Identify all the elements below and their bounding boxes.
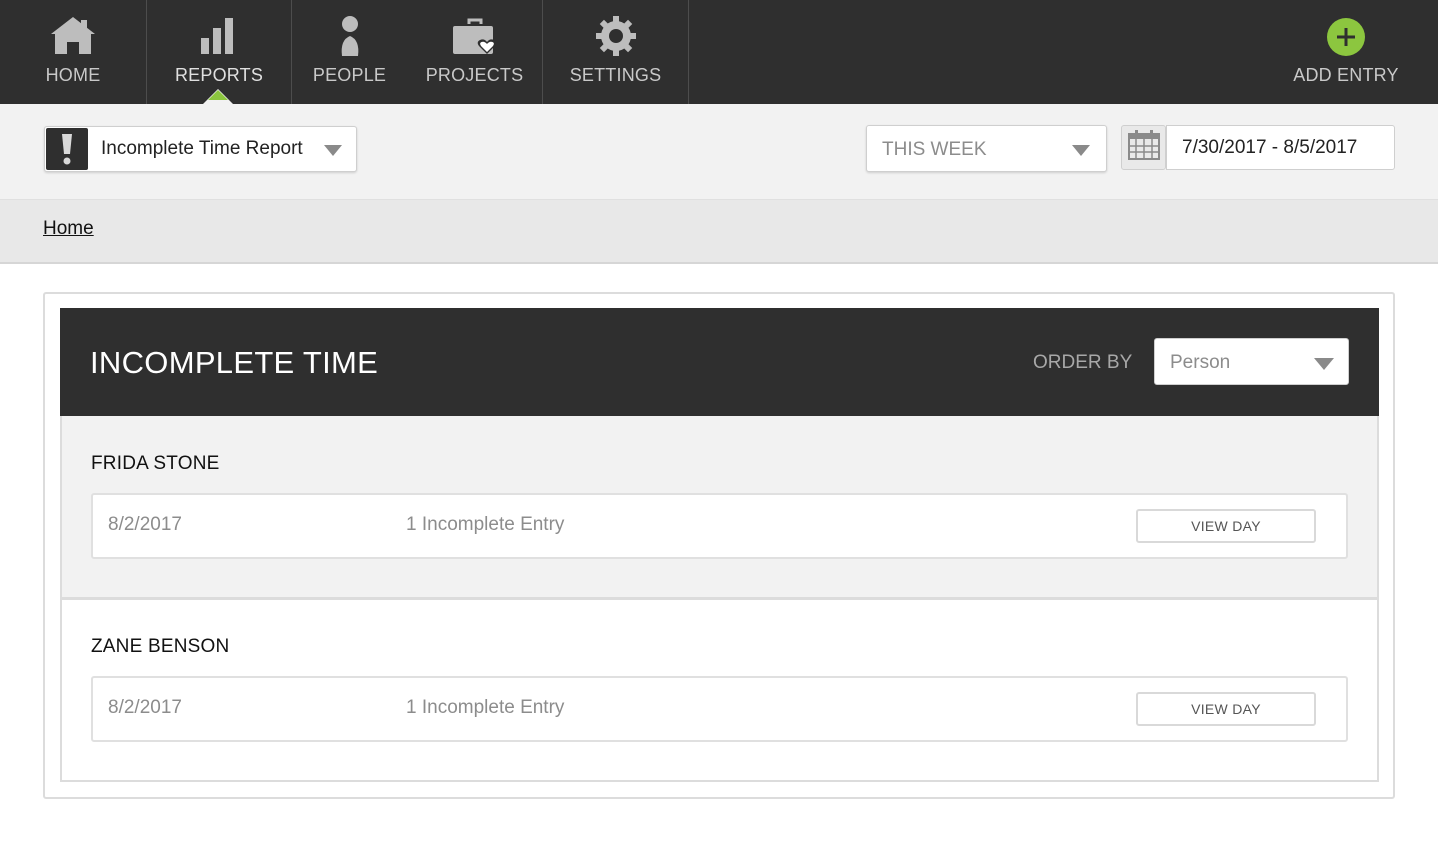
order-by-select[interactable]: Person bbox=[1154, 338, 1349, 385]
period-select[interactable]: THIS WEEK bbox=[866, 125, 1107, 172]
report-toolbar: Incomplete Time Report THIS WEEK 7/30/20… bbox=[0, 104, 1438, 200]
nav-home-label: HOME bbox=[45, 65, 101, 85]
entry-count: 1 Incomplete Entry bbox=[406, 697, 565, 718]
view-day-button[interactable]: VIEW DAY bbox=[1136, 692, 1316, 726]
person-name: ZANE BENSON bbox=[91, 636, 230, 657]
person-group: FRIDA STONE 8/2/2017 1 Incomplete Entry … bbox=[60, 416, 1379, 600]
add-entry-label: ADD ENTRY bbox=[1293, 65, 1399, 85]
order-by-label: ORDER BY bbox=[1033, 352, 1133, 373]
nav-reports-label: REPORTS bbox=[174, 65, 264, 85]
plus-circle-icon bbox=[1326, 17, 1366, 57]
gear-icon bbox=[590, 14, 642, 58]
breadcrumb: Home bbox=[0, 200, 1438, 264]
nav-projects-label: PROJECTS bbox=[425, 65, 524, 85]
nav-people[interactable]: PEOPLE bbox=[292, 0, 407, 104]
home-icon bbox=[47, 14, 99, 58]
person-icon bbox=[324, 14, 376, 58]
page-title: INCOMPLETE TIME bbox=[90, 345, 379, 380]
view-day-button[interactable]: VIEW DAY bbox=[1136, 509, 1316, 543]
list-item: 8/2/2017 1 Incomplete Entry VIEW DAY bbox=[91, 493, 1348, 559]
chevron-down-icon bbox=[1314, 358, 1334, 370]
chevron-down-icon bbox=[324, 145, 342, 156]
period-value: THIS WEEK bbox=[882, 139, 987, 160]
list-item: 8/2/2017 1 Incomplete Entry VIEW DAY bbox=[91, 676, 1348, 742]
nav-settings-label: SETTINGS bbox=[569, 65, 662, 85]
exclamation-icon bbox=[46, 128, 88, 170]
active-tab-indicator-accent bbox=[208, 90, 228, 100]
order-by-value: Person bbox=[1170, 352, 1231, 373]
breadcrumb-home-link[interactable]: Home bbox=[43, 218, 94, 240]
nav-divider bbox=[688, 0, 689, 104]
briefcase-heart-icon bbox=[449, 14, 501, 58]
bar-chart-icon bbox=[193, 14, 245, 58]
report-type-value: Incomplete Time Report bbox=[101, 138, 303, 159]
top-navigation: HOME REPORTS PEOPLE PROJECTS SETTINGS AD… bbox=[0, 0, 1438, 104]
nav-home[interactable]: HOME bbox=[0, 0, 146, 104]
nav-people-label: PEOPLE bbox=[312, 65, 387, 85]
report-header: INCOMPLETE TIME ORDER BY Person bbox=[60, 308, 1379, 416]
nav-projects[interactable]: PROJECTS bbox=[407, 0, 542, 104]
person-group: ZANE BENSON 8/2/2017 1 Incomplete Entry … bbox=[60, 600, 1379, 782]
add-entry-button[interactable]: ADD ENTRY bbox=[1286, 0, 1406, 104]
entry-count: 1 Incomplete Entry bbox=[406, 514, 565, 535]
entry-date: 8/2/2017 bbox=[108, 514, 182, 535]
entry-date: 8/2/2017 bbox=[108, 697, 182, 718]
calendar-button[interactable] bbox=[1121, 125, 1166, 170]
person-name: FRIDA STONE bbox=[91, 453, 220, 474]
chevron-down-icon bbox=[1072, 145, 1090, 156]
date-range-field[interactable]: 7/30/2017 - 8/5/2017 bbox=[1166, 125, 1395, 170]
calendar-icon bbox=[1127, 130, 1160, 165]
nav-settings[interactable]: SETTINGS bbox=[543, 0, 688, 104]
report-type-select[interactable]: Incomplete Time Report bbox=[44, 126, 357, 172]
